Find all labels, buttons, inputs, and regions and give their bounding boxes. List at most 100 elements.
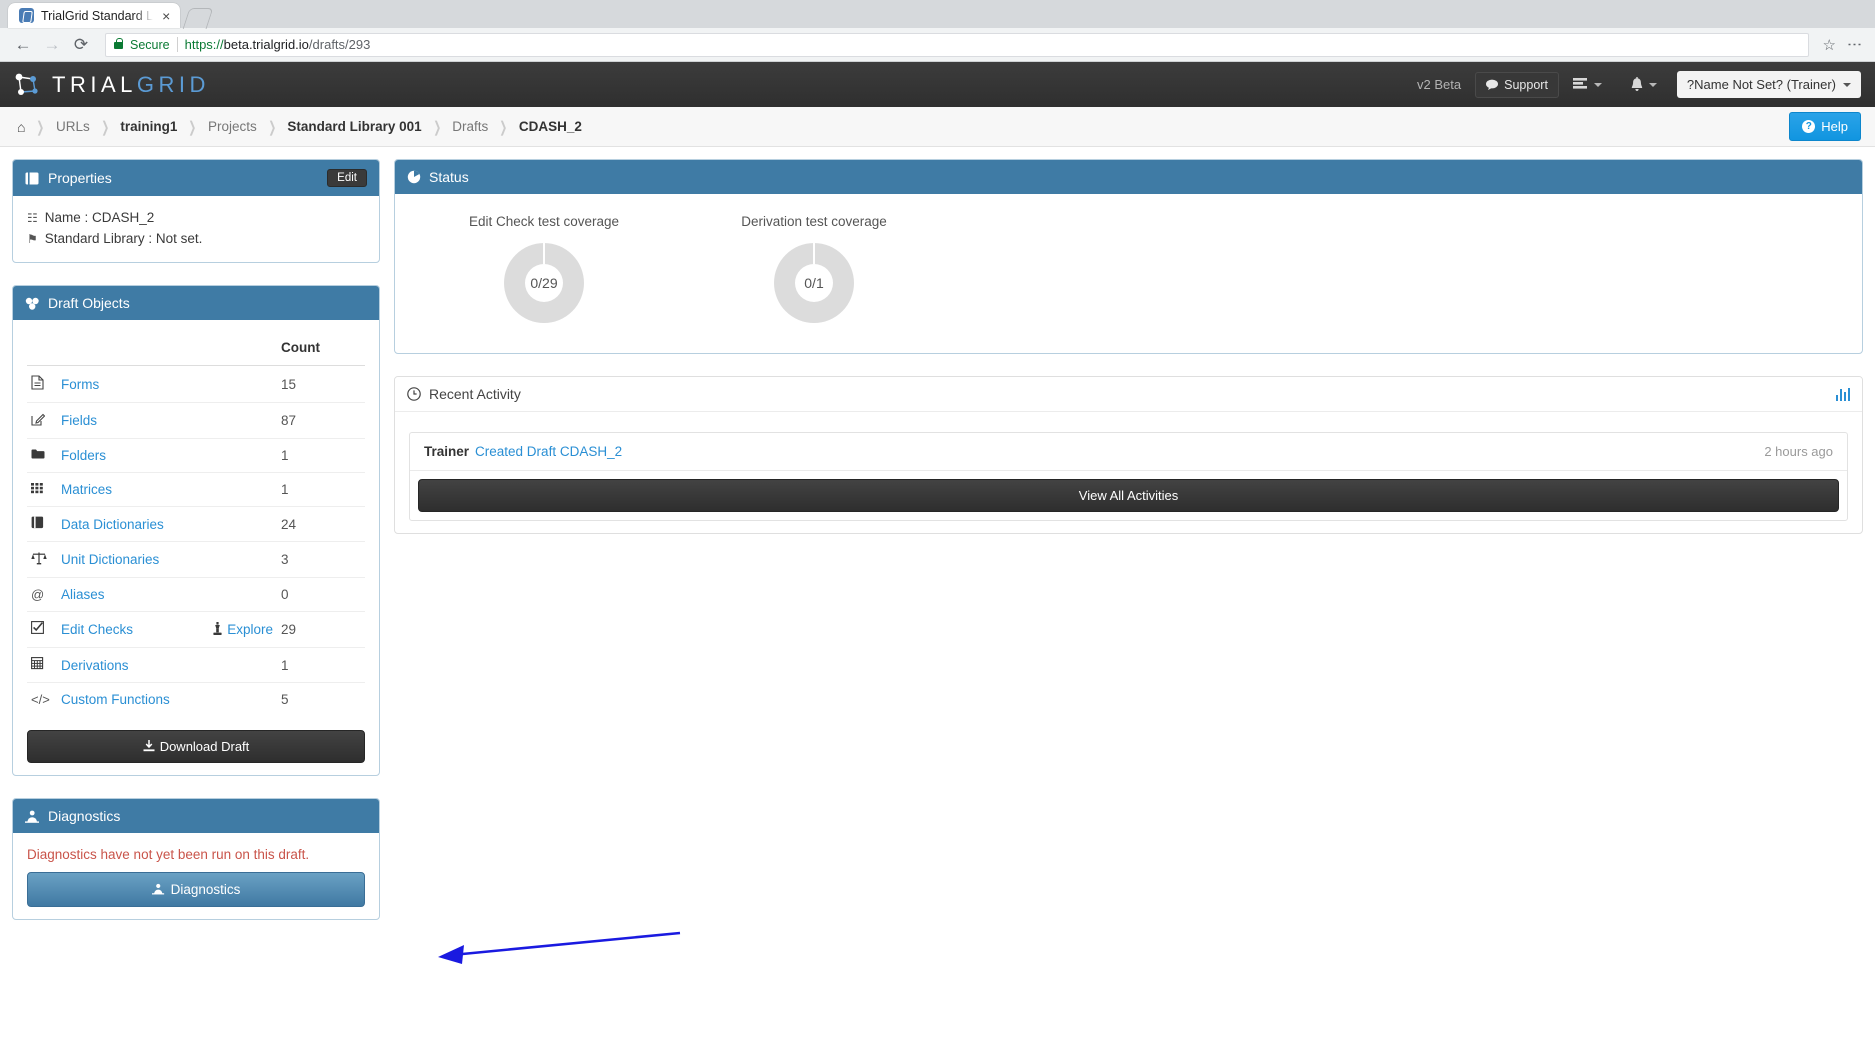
view-all-activities-button[interactable]: View All Activities <box>418 479 1839 512</box>
back-icon[interactable]: ← <box>10 32 36 58</box>
link-folders[interactable]: Folders <box>61 448 106 463</box>
draft-objects-table: Count Forms 15 Fields 87 Folders 1 Matri… <box>27 332 365 716</box>
link-fields[interactable]: Fields <box>61 413 97 428</box>
table-row[interactable]: Folders 1 <box>27 438 365 473</box>
table-row[interactable]: Forms 15 <box>27 365 365 403</box>
address-bar[interactable]: Secure https://beta.trialgrid.io/drafts/… <box>105 32 1809 57</box>
properties-panel-body: ☷ Name : CDASH_2 ⚑ Standard Library : No… <box>13 196 379 262</box>
bar-chart-icon[interactable] <box>1835 387 1850 401</box>
coverage-donut-derivations: Derivation test coverage 0/1 <box>679 214 949 323</box>
draft-object-name: Unit Dictionaries <box>57 541 196 578</box>
browser-toolbar: ← → ⟳ Secure https://beta.trialgrid.io/d… <box>0 28 1875 62</box>
brand-logo[interactable]: TRIALGRID <box>12 71 210 99</box>
table-row[interactable]: @ Aliases 0 <box>27 577 365 612</box>
count-derivations: 1 <box>277 647 365 683</box>
recent-activity-panel-body: Trainer Created Draft CDASH_2 2 hours ag… <box>395 412 1862 533</box>
draft-object-name: Derivations <box>57 647 196 683</box>
link-derivations[interactable]: Derivations <box>61 658 129 673</box>
link-custom-functions[interactable]: Custom Functions <box>61 692 170 707</box>
link-aliases[interactable]: Aliases <box>61 587 105 602</box>
notifications-menu[interactable] <box>1616 62 1671 107</box>
breadcrumb-item-projects[interactable]: Projects <box>199 119 266 134</box>
app-navbar: TRIALGRID v2 Beta Support ?Name Not Set?… <box>0 62 1875 107</box>
link-unit-dictionaries[interactable]: Unit Dictionaries <box>61 552 159 567</box>
breadcrumb-item-training1[interactable]: training1 <box>111 119 186 134</box>
activity-link[interactable]: Created Draft CDASH_2 <box>475 444 622 459</box>
link-edit-checks[interactable]: Edit Checks <box>61 622 133 637</box>
download-draft-button[interactable]: Download Draft <box>27 730 365 763</box>
left-column: Properties Edit ☷ Name : CDASH_2 ⚑ Stand… <box>12 159 380 942</box>
support-button[interactable]: Support <box>1475 71 1559 98</box>
link-explore[interactable]: Explore <box>227 622 273 637</box>
header-explore-col <box>195 332 277 366</box>
browser-menu-icon[interactable]: ⋮ <box>1844 37 1865 52</box>
activity-user: Trainer <box>424 444 470 459</box>
close-icon[interactable]: × <box>160 9 172 23</box>
diagnostics-note: Diagnostics have not yet been run on thi… <box>27 847 310 862</box>
link-data-dictionaries[interactable]: Data Dictionaries <box>61 517 164 532</box>
breadcrumb-home-icon[interactable]: ⌂ <box>14 119 34 135</box>
table-row[interactable]: </> Custom Functions 5 <box>27 683 365 717</box>
breadcrumb-item-standard-library-001[interactable]: Standard Library 001 <box>278 119 430 134</box>
count-custom-functions: 5 <box>281 692 289 707</box>
donut-label: Edit Check test coverage <box>468 214 620 229</box>
new-tab-button[interactable] <box>184 8 212 28</box>
breadcrumb-item-drafts[interactable]: Drafts <box>443 119 497 134</box>
pie-chart-icon <box>407 170 421 184</box>
count-fields: 87 <box>277 402 365 439</box>
link-forms[interactable]: Forms <box>61 377 99 392</box>
clock-icon <box>407 387 421 401</box>
count-matrices: 1 <box>277 472 365 507</box>
recent-activity-panel-header: Recent Activity <box>395 377 1862 412</box>
table-row[interactable]: Derivations 1 <box>27 647 365 683</box>
reload-icon[interactable]: ⟳ <box>68 32 94 58</box>
count-unit-dictionaries: 3 <box>277 541 365 578</box>
table-row[interactable]: Data Dictionaries 24 <box>27 506 365 542</box>
draft-object-name: Matrices <box>57 472 196 507</box>
url-text: https://beta.trialgrid.io/drafts/293 <box>185 37 371 52</box>
breadcrumb-list: ⌂ ❯ URLs ❯ training1 ❯ Projects ❯ Standa… <box>14 118 591 136</box>
table-body: Forms 15 Fields 87 Folders 1 Matrices 1 … <box>27 365 365 717</box>
breadcrumb-separator: ❯ <box>499 118 508 136</box>
edit-button[interactable]: Edit <box>327 169 367 187</box>
folders-icon <box>27 438 57 473</box>
forward-icon[interactable]: → <box>39 32 65 58</box>
tasks-menu[interactable] <box>1559 62 1616 107</box>
link-matrices[interactable]: Matrices <box>61 482 112 497</box>
table-row[interactable]: Edit Checks Explore 29 <box>27 611 365 648</box>
cubes-icon <box>25 297 39 310</box>
run-diagnostics-button[interactable]: Diagnostics <box>27 872 365 907</box>
brand-text: TRIALGRID <box>52 72 210 98</box>
donut-chart: 0/29 <box>504 243 584 323</box>
count-aliases: 0 <box>277 577 365 612</box>
chevron-down-icon <box>1648 82 1657 87</box>
chevron-down-icon <box>1843 82 1851 87</box>
lock-icon <box>114 38 123 49</box>
help-button[interactable]: ? Help <box>1789 112 1861 141</box>
user-menu[interactable]: ?Name Not Set? (Trainer) <box>1676 71 1861 98</box>
draft-objects-panel-title: Draft Objects <box>48 295 130 311</box>
draft-objects-panel-header: Draft Objects <box>13 286 379 320</box>
diagnostics-icon <box>25 810 39 823</box>
recent-activity-panel-title: Recent Activity <box>429 386 521 402</box>
bookmark-star-icon[interactable]: ☆ <box>1818 36 1841 54</box>
donut-gap <box>813 243 815 264</box>
status-panel-title: Status <box>429 169 469 185</box>
diagnostics-panel: Diagnostics Diagnostics have not yet bee… <box>12 798 380 920</box>
draft-object-name: Edit Checks <box>57 611 196 648</box>
run-diagnostics-label: Diagnostics <box>170 882 241 897</box>
browser-tab[interactable]: TrialGrid Standard L × <box>8 3 181 28</box>
aliases-icon: @ <box>27 577 57 612</box>
download-icon <box>143 740 155 752</box>
table-row[interactable]: Matrices 1 <box>27 472 365 507</box>
bell-icon <box>1631 76 1643 91</box>
draft-object-name: Folders <box>57 438 196 473</box>
coverage-donut-row: Edit Check test coverage 0/29 Derivation… <box>409 206 1848 341</box>
table-row[interactable]: Fields 87 <box>27 402 365 439</box>
page-content: Properties Edit ☷ Name : CDASH_2 ⚑ Stand… <box>0 147 1875 1059</box>
chevron-down-icon <box>1593 82 1602 87</box>
favicon-icon <box>19 8 34 23</box>
trialgrid-node-icon <box>15 73 38 95</box>
breadcrumb-item-urls[interactable]: URLs <box>47 119 99 134</box>
table-row[interactable]: Unit Dictionaries 3 <box>27 541 365 578</box>
